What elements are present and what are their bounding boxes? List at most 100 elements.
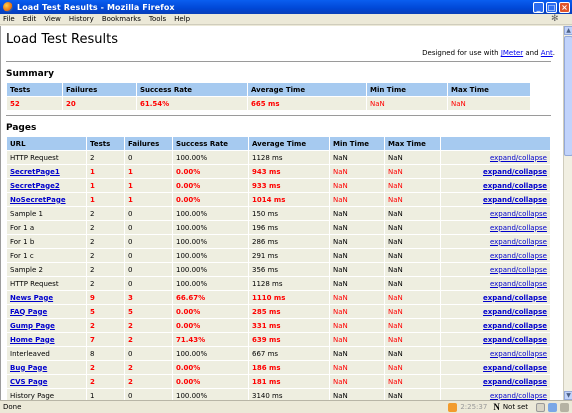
menu-help[interactable]: Help [174, 15, 190, 23]
page-link[interactable]: For 1 c [10, 252, 34, 260]
settings-icon[interactable] [560, 402, 569, 412]
page-link[interactable]: SecretPage1 [10, 168, 60, 176]
cell-url[interactable]: SecretPage2 [7, 179, 86, 192]
sync-icon[interactable] [548, 402, 557, 412]
cell-average-time: 933 ms [249, 179, 329, 192]
expand-collapse-link[interactable]: expand/collapse [490, 238, 547, 246]
expand-collapse-link[interactable]: expand/collapse [483, 378, 547, 386]
cell-url[interactable]: NoSecretPage [7, 193, 86, 206]
cell-action: expand/collapse [441, 165, 550, 178]
expand-collapse-link[interactable]: expand/collapse [490, 224, 547, 232]
cell-url[interactable]: Interleaved [7, 347, 86, 360]
cell-url[interactable]: CVS Page [7, 375, 86, 388]
menu-bookmarks[interactable]: Bookmarks [102, 15, 141, 23]
scroll-thumb[interactable] [564, 36, 572, 156]
cell-success-rate: 100.00% [173, 389, 248, 400]
cell-min-time: NaN [330, 319, 384, 332]
expand-collapse-link[interactable]: expand/collapse [490, 154, 547, 162]
menu-edit[interactable]: Edit [23, 15, 37, 23]
page-link[interactable]: CVS Page [10, 378, 47, 386]
cell-url[interactable]: News Page [7, 291, 86, 304]
cell-success-rate: 100.00% [173, 263, 248, 276]
cell-url[interactable]: Bug Page [7, 361, 86, 374]
page-link[interactable]: Interleaved [10, 350, 50, 358]
cell-url[interactable]: Sample 1 [7, 207, 86, 220]
expand-collapse-link[interactable]: expand/collapse [483, 294, 547, 302]
page-link[interactable]: History Page [10, 392, 54, 400]
pages-col-failures: Failures [125, 137, 172, 150]
cell-success-rate: 0.00% [173, 193, 248, 206]
expand-collapse-link[interactable]: expand/collapse [483, 196, 547, 204]
cell-max-time: NaN [385, 277, 440, 290]
cell-max-time: NaN [385, 193, 440, 206]
table-row: SecretPage2 1 1 0.00% 933 ms NaN NaN expand/col… [7, 179, 550, 192]
page-link[interactable]: Home Page [10, 336, 55, 344]
menu-history[interactable]: History [69, 15, 94, 23]
page-link[interactable]: Gump Page [10, 322, 55, 330]
expand-collapse-link[interactable]: expand/collapse [490, 210, 547, 218]
cell-action: expand/collapse [441, 179, 550, 192]
vertical-scrollbar[interactable]: ▲ ▼ [563, 26, 572, 400]
minimize-button[interactable]: _ [533, 1, 544, 13]
expand-collapse-link[interactable]: expand/collapse [490, 252, 547, 260]
cell-average-time: 1110 ms [249, 291, 329, 304]
cell-url[interactable]: History Page [7, 389, 86, 400]
noscript-status[interactable]: N Not set [493, 402, 536, 412]
cell-min-time: NaN [330, 347, 384, 360]
page-link[interactable]: Sample 2 [10, 266, 43, 274]
expand-collapse-link[interactable]: expand/collapse [490, 350, 547, 358]
expand-collapse-link[interactable]: expand/collapse [483, 364, 547, 372]
window-title-bar[interactable]: Load Test Results - Mozilla Firefox _ □ … [0, 0, 572, 14]
cell-action: expand/collapse [441, 263, 550, 276]
menu-file[interactable]: File [3, 15, 15, 23]
scroll-up-icon[interactable]: ▲ [564, 26, 572, 35]
table-row: HTTP Request 2 0 100.00% 1128 ms NaN NaN expand… [7, 151, 550, 164]
expand-collapse-link[interactable]: expand/collapse [490, 280, 547, 288]
cell-url[interactable]: HTTP Request [7, 277, 86, 290]
summary-col-average-time: Average Time [248, 83, 366, 96]
cell-success-rate: 0.00% [173, 319, 248, 332]
cell-url[interactable]: For 1 b [7, 235, 86, 248]
cell-average-time: 356 ms [249, 263, 329, 276]
cell-url[interactable]: For 1 a [7, 221, 86, 234]
page-link[interactable]: News Page [10, 294, 53, 302]
close-button[interactable]: × [559, 1, 570, 13]
cell-min-time: NaN [330, 165, 384, 178]
cell-url[interactable]: Gump Page [7, 319, 86, 332]
page-link[interactable]: Bug Page [10, 364, 47, 372]
page-link[interactable]: For 1 a [10, 224, 34, 232]
expand-collapse-link[interactable]: expand/collapse [483, 168, 547, 176]
cell-url[interactable]: SecretPage1 [7, 165, 86, 178]
cell-tests: 1 [87, 179, 124, 192]
maximize-button[interactable]: □ [546, 1, 557, 13]
cell-max-time: NaN [385, 361, 440, 374]
page-link[interactable]: NoSecretPage [10, 196, 66, 204]
page-link[interactable]: SecretPage2 [10, 182, 60, 190]
page-link[interactable]: Sample 1 [10, 210, 43, 218]
cell-max-time: NaN [385, 375, 440, 388]
addon-icon[interactable] [536, 402, 545, 412]
expand-collapse-link[interactable]: expand/collapse [490, 266, 547, 274]
expand-collapse-link[interactable]: expand/collapse [490, 392, 547, 400]
cell-min-time: NaN [330, 235, 384, 248]
cell-url[interactable]: Sample 2 [7, 263, 86, 276]
menu-view[interactable]: View [44, 15, 61, 23]
jmeter-link[interactable]: JMeter [501, 49, 523, 57]
page-link[interactable]: FAQ Page [10, 308, 47, 316]
cell-url[interactable]: Home Page [7, 333, 86, 346]
cell-url[interactable]: HTTP Request [7, 151, 86, 164]
menu-tools[interactable]: Tools [149, 15, 166, 23]
page-link[interactable]: HTTP Request [10, 154, 59, 162]
expand-collapse-link[interactable]: expand/collapse [483, 322, 547, 330]
cell-url[interactable]: For 1 c [7, 249, 86, 262]
expand-collapse-link[interactable]: expand/collapse [483, 182, 547, 190]
summary-success-rate: 61.54% [137, 97, 247, 110]
expand-collapse-link[interactable]: expand/collapse [483, 336, 547, 344]
page-link[interactable]: HTTP Request [10, 280, 59, 288]
page-link[interactable]: For 1 b [10, 238, 34, 246]
scroll-down-icon[interactable]: ▼ [564, 391, 572, 400]
expand-collapse-link[interactable]: expand/collapse [483, 308, 547, 316]
cell-url[interactable]: FAQ Page [7, 305, 86, 318]
cell-min-time: NaN [330, 375, 384, 388]
ant-link[interactable]: Ant [541, 49, 553, 57]
